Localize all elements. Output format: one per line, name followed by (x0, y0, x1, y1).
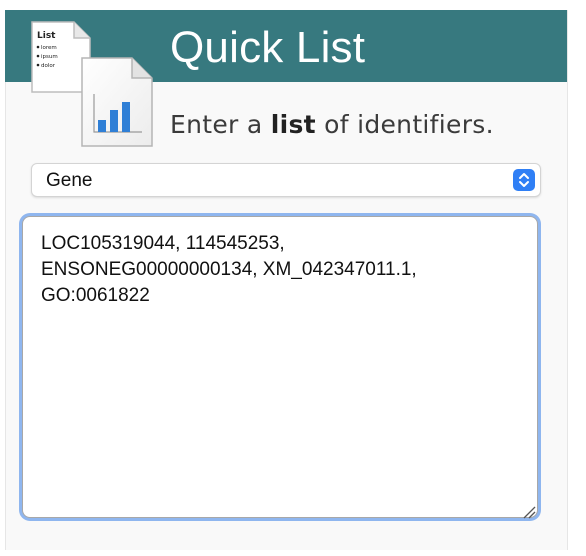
chart-bar (110, 110, 118, 132)
doc-heading: List (37, 31, 56, 41)
chart-document-icon (81, 57, 153, 147)
instruction-text: Enter a list of identifiers. (170, 110, 494, 139)
doc-line-1: lorem (41, 45, 57, 51)
identifiers-textarea[interactable]: LOC105319044, 114545253, ENSONEG00000000… (22, 216, 538, 518)
identifier-type-value: Gene (46, 170, 93, 191)
instruction-suffix: of identifiers. (315, 110, 494, 139)
identifier-type-select[interactable]: Gene (31, 163, 541, 197)
chevron-up-down-icon[interactable] (513, 169, 535, 191)
chart-bar (122, 102, 130, 132)
doc-line-2: ipsum (41, 54, 58, 60)
chart-bar (98, 120, 106, 132)
doc-line-3: dolor (41, 63, 56, 69)
instruction-prefix: Enter a (170, 110, 271, 139)
page-title: Quick List (170, 23, 366, 72)
resize-grip-icon[interactable] (522, 505, 536, 519)
instruction-emphasis: list (270, 110, 316, 139)
